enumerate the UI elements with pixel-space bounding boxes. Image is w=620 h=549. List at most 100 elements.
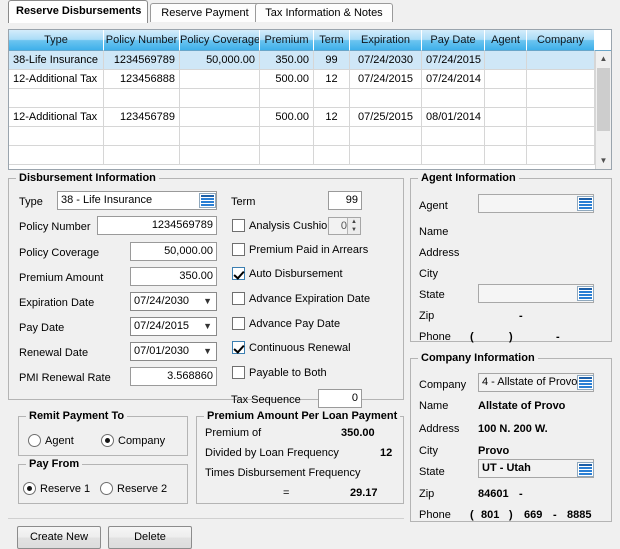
pay-from-reserve2-radio[interactable] bbox=[100, 482, 113, 495]
company-information-title: Company Information bbox=[418, 352, 538, 364]
cell-policy-number: 123456888 bbox=[104, 70, 180, 89]
company-phone-dash: - bbox=[553, 509, 557, 521]
cell-term: 12 bbox=[314, 108, 350, 127]
advance-expiration-date-checkbox[interactable] bbox=[232, 292, 245, 305]
cell-premium bbox=[260, 89, 314, 108]
agent-zip-dash: - bbox=[519, 310, 523, 322]
premium-paid-in-arrears-label: Premium Paid in Arrears bbox=[249, 244, 369, 256]
remit-agent-label: Agent bbox=[45, 435, 74, 447]
cell-company bbox=[527, 89, 595, 108]
premium-of-label: Premium of bbox=[205, 427, 262, 439]
agent-state-label: State bbox=[419, 289, 445, 301]
tax-sequence-label: Tax Sequence bbox=[231, 394, 301, 406]
chevron-down-icon[interactable]: ▼ bbox=[203, 318, 212, 335]
grid-col-premium[interactable]: Premium bbox=[260, 30, 314, 51]
grid-col-type[interactable]: Type bbox=[9, 30, 104, 51]
tax-sequence-field[interactable]: 0 bbox=[318, 389, 362, 408]
grid-col-pay-date[interactable]: Pay Date bbox=[422, 30, 485, 51]
equals-sign-label: = bbox=[283, 487, 290, 499]
agent-state-lookup-icon[interactable] bbox=[577, 286, 594, 301]
cell-premium: 500.00 bbox=[260, 108, 314, 127]
cell-premium bbox=[260, 127, 314, 146]
agent-lookup-icon[interactable] bbox=[577, 196, 594, 211]
disbursements-grid[interactable]: Type Policy Number Policy Coverage Premi… bbox=[8, 29, 612, 170]
chevron-down-icon[interactable]: ▼ bbox=[203, 343, 212, 360]
cell-type bbox=[9, 127, 104, 146]
times-disbursement-frequency-label: Times Disbursement Frequency bbox=[205, 467, 361, 479]
type-label: Type bbox=[19, 196, 43, 208]
company-phone-open-paren: ( bbox=[470, 509, 474, 521]
company-lookup-icon[interactable] bbox=[577, 375, 594, 390]
table-row[interactable]: 12-Additional Tax 123456789 500.00 12 07… bbox=[9, 108, 611, 127]
premium-paid-in-arrears-checkbox[interactable] bbox=[232, 243, 245, 256]
cell-pay-date: 07/24/2015 bbox=[422, 51, 485, 70]
renewal-date-combo[interactable]: 07/01/2030 ▼ bbox=[130, 342, 217, 361]
company-zip-label: Zip bbox=[419, 488, 435, 500]
grid-vertical-scrollbar[interactable]: ▲ ▼ bbox=[595, 51, 611, 169]
cell-policy-number bbox=[104, 89, 180, 108]
cell-pay-date bbox=[422, 127, 485, 146]
remit-company-radio[interactable] bbox=[101, 434, 114, 447]
premium-amount-field[interactable]: 350.00 bbox=[130, 267, 217, 286]
cell-agent bbox=[485, 146, 527, 165]
table-row[interactable]: 12-Additional Tax 123456888 500.00 12 07… bbox=[9, 70, 611, 89]
payable-to-both-label: Payable to Both bbox=[249, 367, 327, 379]
scroll-up-icon[interactable]: ▲ bbox=[596, 51, 611, 67]
tab-tax-information-notes[interactable]: Tax Information & Notes bbox=[255, 3, 393, 22]
policy-number-field[interactable]: 1234569789 bbox=[97, 216, 217, 235]
pay-date-combo[interactable]: 07/24/2015 ▼ bbox=[130, 317, 217, 336]
cell-term bbox=[314, 146, 350, 165]
company-phone-area: 801 bbox=[481, 509, 500, 521]
scroll-down-icon[interactable]: ▼ bbox=[596, 153, 611, 169]
grid-col-policy-coverage[interactable]: Policy Coverage bbox=[180, 30, 260, 51]
cell-policy-coverage bbox=[180, 89, 260, 108]
tab-reserve-payment[interactable]: Reserve Payment bbox=[150, 3, 260, 22]
policy-coverage-field[interactable]: 50,000.00 bbox=[130, 242, 217, 261]
tab-strip: Reserve Disbursements Reserve Payment Ta… bbox=[0, 0, 620, 23]
cell-pay-date bbox=[422, 89, 485, 108]
type-field[interactable]: 38 - Life Insurance bbox=[57, 191, 217, 210]
term-field[interactable]: 99 bbox=[328, 191, 362, 210]
cell-term: 99 bbox=[314, 51, 350, 70]
scrollbar-thumb[interactable] bbox=[597, 68, 610, 131]
type-lookup-icon[interactable] bbox=[199, 193, 216, 208]
pay-from-title: Pay From bbox=[26, 458, 83, 470]
stepper-down-icon[interactable]: ▼ bbox=[347, 226, 360, 234]
table-row[interactable] bbox=[9, 89, 611, 108]
table-row[interactable] bbox=[9, 127, 611, 146]
grid-header-row: Type Policy Number Policy Coverage Premi… bbox=[9, 30, 611, 51]
continuous-renewal-checkbox[interactable] bbox=[232, 341, 245, 354]
expiration-date-combo[interactable]: 07/24/2030 ▼ bbox=[130, 292, 217, 311]
cell-policy-number: 1234569789 bbox=[104, 51, 180, 70]
tab-reserve-disbursements[interactable]: Reserve Disbursements bbox=[8, 0, 148, 23]
chevron-down-icon[interactable]: ▼ bbox=[203, 293, 212, 310]
pmi-renewal-rate-field[interactable]: 3.568860 bbox=[130, 367, 217, 386]
tab-label: Reserve Disbursements bbox=[16, 5, 142, 17]
table-row[interactable] bbox=[9, 146, 611, 165]
cell-policy-number bbox=[104, 127, 180, 146]
advance-pay-date-checkbox[interactable] bbox=[232, 317, 245, 330]
grid-col-agent[interactable]: Agent bbox=[485, 30, 527, 51]
company-address-label: Address bbox=[419, 423, 460, 435]
pay-from-reserve1-radio[interactable] bbox=[23, 482, 36, 495]
auto-disbursement-checkbox[interactable] bbox=[232, 267, 245, 280]
analysis-cushion-stepper[interactable]: 0 ▲ ▼ bbox=[328, 217, 361, 235]
grid-col-expiration[interactable]: Expiration bbox=[350, 30, 422, 51]
grid-col-company[interactable]: Company bbox=[527, 30, 595, 51]
remit-agent-radio[interactable] bbox=[28, 434, 41, 447]
delete-button[interactable]: Delete bbox=[108, 526, 192, 549]
payable-to-both-checkbox[interactable] bbox=[232, 366, 245, 379]
analysis-cushion-checkbox[interactable] bbox=[232, 219, 245, 232]
cell-agent bbox=[485, 51, 527, 70]
company-state-lookup-icon[interactable] bbox=[577, 462, 594, 477]
table-row[interactable]: 38-Life Insurance 1234569789 50,000.00 3… bbox=[9, 51, 611, 70]
pay-date-value: 07/24/2015 bbox=[134, 320, 190, 332]
create-new-button[interactable]: Create New bbox=[17, 526, 101, 549]
premium-per-loan-title: Premium Amount Per Loan Payment bbox=[204, 410, 401, 422]
grid-col-policy-number[interactable]: Policy Number bbox=[104, 30, 180, 51]
agent-phone-open-paren: ( bbox=[470, 331, 474, 343]
grid-col-term[interactable]: Term bbox=[314, 30, 350, 51]
policy-number-label: Policy Number bbox=[19, 221, 91, 233]
agent-address-label: Address bbox=[419, 247, 460, 259]
agent-information-title: Agent Information bbox=[418, 172, 519, 184]
